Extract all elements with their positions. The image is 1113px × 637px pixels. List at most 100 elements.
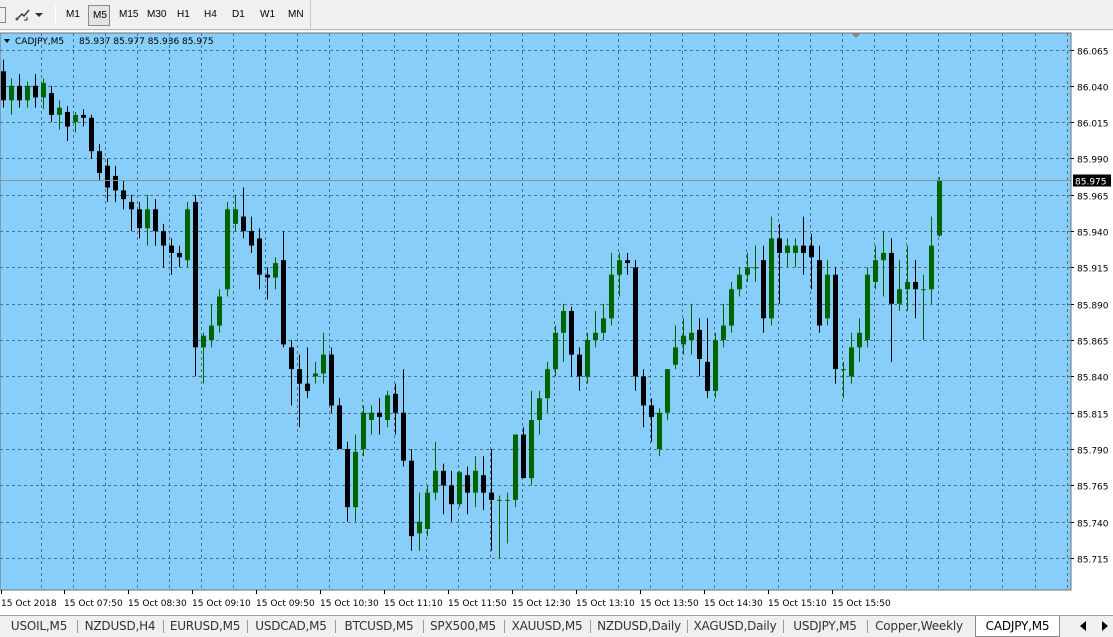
candle-body bbox=[569, 311, 574, 355]
candle-body bbox=[185, 209, 190, 261]
tab-separator bbox=[590, 620, 591, 633]
chart-tab[interactable]: EURUSD,M5 bbox=[166, 616, 244, 636]
chart-tab[interactable]: USDCAD,M5 bbox=[250, 616, 332, 636]
candle-body bbox=[305, 383, 310, 391]
chart-tab[interactable]: USDJPY,M5 bbox=[786, 616, 864, 636]
timeframe-w1[interactable]: W1 bbox=[256, 5, 278, 26]
price-level-label: 86.015 bbox=[1077, 120, 1109, 130]
tab-separator bbox=[867, 620, 868, 633]
price-axis: 86.065 86.040 86.015 85.990 85.965 85.940 85.9… bbox=[1071, 48, 1109, 566]
candle-body bbox=[809, 245, 814, 258]
candle-body bbox=[505, 499, 510, 501]
candle-body bbox=[753, 267, 758, 269]
candle-body bbox=[89, 117, 94, 152]
candle-body bbox=[625, 260, 630, 264]
price-level-label: 85.965 bbox=[1077, 193, 1109, 203]
price-level-label: 85.990 bbox=[1077, 156, 1109, 166]
toolbar-empty-space bbox=[310, 0, 1113, 30]
ohlc-readout: 85.937 85.977 85.936 85.975 bbox=[79, 37, 214, 47]
chart-tab[interactable]: NZDUSD,Daily bbox=[593, 616, 685, 636]
candle bbox=[729, 281, 734, 333]
candle bbox=[937, 177, 942, 237]
candle bbox=[185, 202, 190, 268]
candle-body bbox=[369, 412, 374, 420]
candle-body bbox=[537, 398, 542, 420]
candle-body bbox=[681, 335, 686, 345]
candle-body bbox=[177, 252, 182, 258]
candle-body bbox=[161, 231, 166, 246]
candle-body bbox=[385, 395, 390, 420]
tab-separator bbox=[335, 620, 336, 633]
timeframe-h1[interactable]: H1 bbox=[173, 5, 193, 26]
candle bbox=[833, 267, 838, 384]
candle-body bbox=[329, 354, 334, 406]
candle-body bbox=[865, 274, 870, 341]
candle-body bbox=[337, 405, 342, 450]
candle-body bbox=[25, 85, 30, 101]
price-level-label: 85.715 bbox=[1077, 556, 1109, 566]
candle-body bbox=[593, 332, 598, 341]
candle-body bbox=[561, 311, 566, 333]
time-label: 15 Oct 11:10 bbox=[384, 599, 443, 609]
timeframe-h4[interactable]: H4 bbox=[200, 5, 220, 26]
timeframe-toolbar: M1 M5 M15 M30 H1 H4 D1 W1 MN bbox=[0, 0, 1113, 30]
chart-tab[interactable]: USOIL,M5 bbox=[4, 616, 74, 636]
candle-body bbox=[721, 325, 726, 341]
candle-body bbox=[153, 209, 158, 232]
tab-separator bbox=[247, 620, 248, 633]
candle-body bbox=[769, 238, 774, 319]
timeframe-m1[interactable]: M1 bbox=[62, 5, 82, 26]
timeframe-d1[interactable]: D1 bbox=[228, 5, 248, 26]
chart-header: CADJPY,M5 85.937 85.977 85.936 85.975 bbox=[4, 37, 214, 47]
candle-body bbox=[449, 485, 454, 505]
timeframe-m5[interactable]: M5 bbox=[88, 5, 110, 26]
candle bbox=[553, 325, 558, 377]
candle bbox=[425, 485, 430, 537]
chart-tab[interactable]: XAUUSD,M5 bbox=[507, 616, 587, 636]
candle-body bbox=[793, 245, 798, 253]
candle-body bbox=[777, 238, 782, 253]
chart-tab[interactable]: NZDUSD,H4 bbox=[80, 616, 160, 636]
candle-body bbox=[121, 190, 126, 200]
candle bbox=[225, 202, 230, 297]
price-chart[interactable]: 86.065 86.040 86.015 85.990 85.965 85.940 85.9… bbox=[0, 31, 1113, 615]
candle-body bbox=[633, 267, 638, 377]
time-label: 15 Oct 09:50 bbox=[256, 599, 315, 609]
current-price-tag: 85.975 bbox=[1073, 174, 1111, 188]
tab-scroll-right-icon[interactable] bbox=[1102, 621, 1108, 631]
timeframe-mn[interactable]: MN bbox=[284, 5, 306, 26]
draw-tool-button[interactable] bbox=[14, 5, 48, 25]
candle-body bbox=[73, 114, 78, 123]
price-level-label: 85.740 bbox=[1077, 520, 1109, 530]
timeframe-m15[interactable]: M15 bbox=[115, 5, 139, 26]
price-level-label: 86.065 bbox=[1077, 48, 1109, 58]
candle-body bbox=[905, 281, 910, 290]
candle-body bbox=[217, 296, 222, 326]
candle bbox=[457, 470, 462, 508]
time-label: 15 Oct 08:30 bbox=[128, 599, 187, 609]
chart-tab[interactable]: BTCUSD,M5 bbox=[338, 616, 420, 636]
candle-body bbox=[897, 289, 902, 304]
candle-body bbox=[49, 93, 54, 115]
candle-body bbox=[129, 202, 134, 210]
chart-tab[interactable]: XAGUSD,Daily bbox=[690, 616, 780, 636]
chart-tab[interactable]: Copper,Weekly bbox=[870, 616, 968, 636]
candle-body bbox=[833, 274, 838, 370]
tab-scroll-left-icon[interactable] bbox=[1080, 621, 1086, 631]
candle-body bbox=[345, 449, 350, 508]
price-level-label: 85.940 bbox=[1077, 229, 1109, 239]
chart-window[interactable]: 86.065 86.040 86.015 85.990 85.965 85.940 85.9… bbox=[0, 31, 1113, 615]
candle-body bbox=[353, 451, 358, 508]
candle-body bbox=[841, 369, 846, 371]
chart-tab[interactable]: CADJPY,M5 bbox=[975, 616, 1060, 637]
candle-body bbox=[97, 151, 102, 173]
candle-body bbox=[433, 470, 438, 493]
candle-body bbox=[697, 329, 702, 359]
candle-body bbox=[105, 165, 110, 188]
timeframe-m30[interactable]: M30 bbox=[143, 5, 167, 26]
candle-body bbox=[33, 85, 38, 98]
candle-body bbox=[641, 376, 646, 406]
price-level-label: 85.765 bbox=[1077, 483, 1109, 493]
chart-tab[interactable]: SPX500,M5 bbox=[426, 616, 500, 636]
candle-body bbox=[913, 281, 918, 290]
